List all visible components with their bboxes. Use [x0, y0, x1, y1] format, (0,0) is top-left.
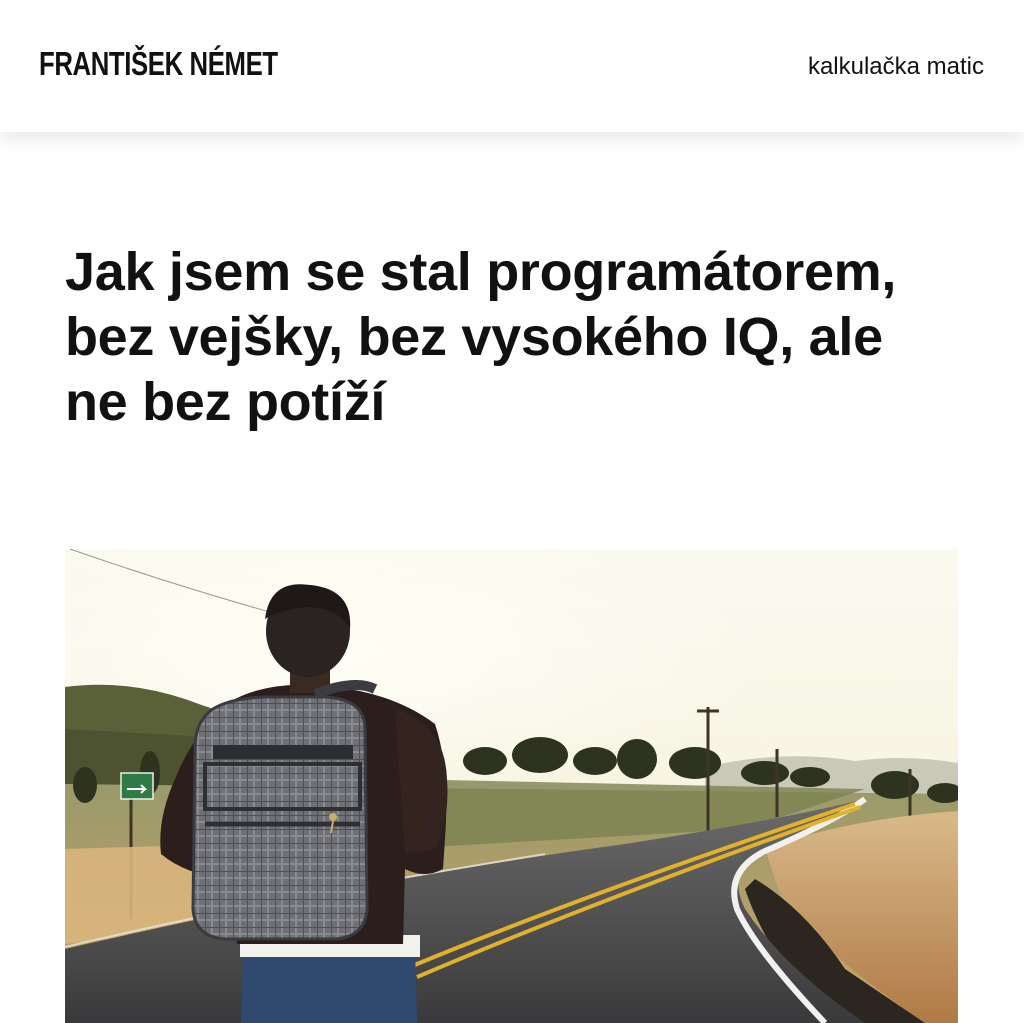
site-header: FRANTIŠEK NÉMET kalkulačka matic	[0, 0, 1024, 132]
site-logo[interactable]: FRANTIŠEK NÉMET	[39, 44, 278, 84]
article-title: Jak jsem se stal programátorem, bez vejš…	[65, 242, 897, 432]
nav-link-matrix-calculator[interactable]: kalkulačka matic	[808, 52, 984, 82]
hero-image	[65, 549, 958, 1023]
